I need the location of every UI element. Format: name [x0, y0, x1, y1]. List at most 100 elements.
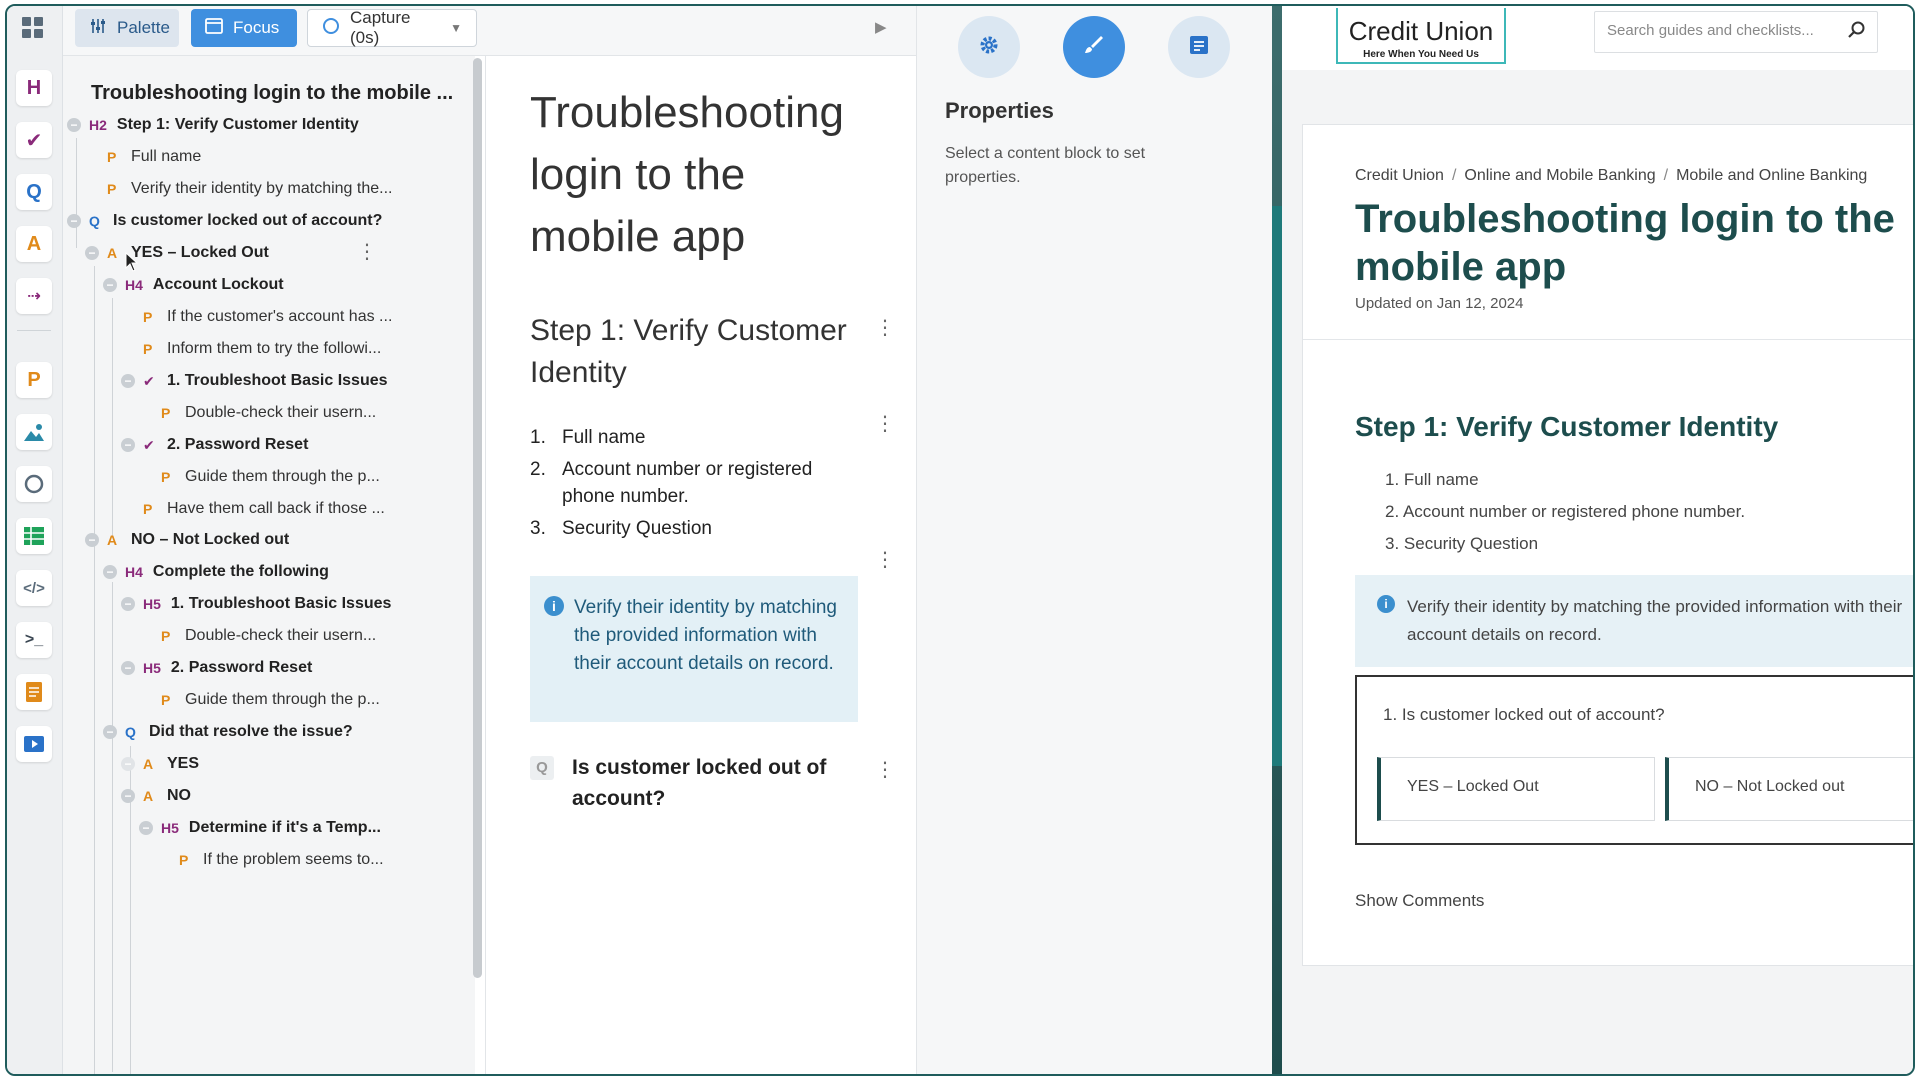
tree-item[interactable]: − H5 1. Troubleshoot Basic Issues	[121, 591, 391, 617]
collapse-arrow-icon[interactable]: ▶	[875, 18, 887, 36]
capture-dropdown[interactable]: Capture (0s) ▼	[307, 8, 477, 47]
outline-scrollbar[interactable]	[473, 58, 482, 978]
more-options-icon[interactable]: ⋮	[875, 318, 895, 338]
paragraph-icon[interactable]: P	[16, 362, 52, 398]
tree-item[interactable]: − ✔ 1. Troubleshoot Basic Issues	[121, 368, 388, 394]
tree-item[interactable]: P Verify their identity by matching the.…	[107, 176, 392, 202]
tree-item[interactable]: − ✔ 2. Password Reset	[121, 432, 308, 458]
video-icon[interactable]	[16, 726, 52, 762]
answer-icon[interactable]: A	[16, 226, 52, 262]
capture-label: Capture (0s)	[350, 8, 411, 47]
checklist-icon[interactable]: ✔	[16, 122, 52, 158]
more-options-icon[interactable]: ⋮	[875, 760, 895, 780]
collapse-icon[interactable]: −	[103, 278, 117, 292]
search-placeholder: Search guides and checklists...	[1607, 22, 1814, 39]
tree-item-label: Double-check their usern...	[185, 627, 377, 644]
breadcrumb-item[interactable]: Credit Union	[1355, 167, 1444, 184]
collapse-icon[interactable]: −	[85, 246, 99, 260]
tree-item[interactable]: P Inform them to try the followi...	[143, 336, 381, 362]
document-title[interactable]: Troubleshooting login to the mobile app	[530, 82, 870, 268]
code-icon[interactable]: </>	[16, 570, 52, 606]
a-badge: A	[143, 756, 154, 772]
grid-icon[interactable]	[19, 14, 47, 42]
p-badge: P	[161, 405, 171, 421]
gear-icon	[978, 34, 1000, 61]
collapse-icon[interactable]: −	[103, 565, 117, 579]
palette-button[interactable]: Palette	[75, 9, 179, 47]
more-options-icon[interactable]: ⋮	[357, 242, 377, 262]
tree-item-label: NO	[167, 787, 191, 804]
tree-item-label: Determine if it's a Temp...	[188, 819, 381, 836]
identity-list[interactable]: 1. Full name 2. Account number or register…	[530, 424, 870, 547]
tree-item[interactable]: P Double-check their usern...	[161, 400, 376, 426]
tree-item[interactable]: P Guide them through the p...	[161, 464, 380, 490]
image-icon[interactable]	[16, 414, 52, 450]
answer-yes-button[interactable]: YES – Locked Out	[1377, 757, 1655, 821]
collapse-icon[interactable]: −	[121, 661, 135, 675]
tree-item[interactable]: − Q Is customer locked out of account?	[67, 208, 382, 234]
info-icon: i	[544, 596, 564, 616]
tree-item[interactable]: − A NO – Not Locked out	[85, 527, 289, 553]
collapse-icon[interactable]: −	[121, 789, 135, 803]
settings-button[interactable]	[958, 16, 1020, 78]
collapse-icon[interactable]: −	[121, 597, 135, 611]
tree-item[interactable]: − Q Did that resolve the issue?	[103, 719, 353, 745]
style-button[interactable]	[1063, 16, 1125, 78]
collapse-icon[interactable]: −	[121, 438, 135, 452]
step-heading[interactable]: Step 1: Verify Customer Identity	[530, 310, 860, 394]
tree-item[interactable]: P Double-check their usern...	[161, 623, 376, 649]
panel-divider[interactable]	[1272, 6, 1282, 1074]
collapse-icon[interactable]: −	[67, 214, 81, 228]
brand-logo[interactable]: Credit Union Here When You Need Us	[1336, 8, 1506, 64]
tree-item[interactable]: − H5 Determine if it's a Temp...	[139, 815, 381, 841]
collapse-icon[interactable]: −	[121, 374, 135, 388]
shape-icon[interactable]	[16, 466, 52, 502]
p-badge: P	[161, 628, 171, 644]
question-icon[interactable]: Q	[16, 174, 52, 210]
info-callout[interactable]: i Verify their identity by matching the …	[530, 576, 858, 722]
link-icon[interactable]: ⇢	[16, 278, 52, 314]
note-icon[interactable]	[16, 674, 52, 710]
tree-item[interactable]: P Have them call back if those ...	[143, 496, 385, 522]
document-icon	[1188, 34, 1210, 61]
collapse-icon[interactable]: −	[67, 118, 81, 132]
collapse-icon[interactable]: −	[85, 533, 99, 547]
tree-item[interactable]: − A NO	[121, 783, 191, 809]
search-icon[interactable]	[1847, 20, 1867, 40]
h2-badge: H2	[89, 117, 107, 133]
outline-panel: Troubleshooting login to the mobile ... …	[63, 56, 475, 1074]
brand-name: Credit Union	[1348, 16, 1494, 46]
tree-item[interactable]: P If the customer's account has ...	[143, 304, 392, 330]
terminal-icon[interactable]: >_	[16, 622, 52, 658]
info-text: Verify their identity by matching the pr…	[574, 597, 837, 674]
show-comments-link[interactable]: Show Comments	[1355, 891, 1484, 911]
list-item: 2. Account number or registered phone num…	[530, 459, 813, 507]
collapse-icon[interactable]: −	[103, 725, 117, 739]
question-box: 1. Is customer locked out of account? YE…	[1355, 675, 1913, 845]
breadcrumb-item[interactable]: Mobile and Online Banking	[1676, 167, 1867, 184]
more-options-icon[interactable]: ⋮	[875, 550, 895, 570]
outline-title: Troubleshooting login to the mobile ...	[91, 82, 454, 104]
tree-item[interactable]: P Full name	[107, 144, 201, 170]
heading-icon[interactable]: H	[16, 70, 52, 106]
tree-item[interactable]: − H5 2. Password Reset	[121, 655, 312, 681]
tree-item[interactable]: − H2 Step 1: Verify Customer Identity	[67, 112, 359, 138]
tree-item[interactable]: − H4 Complete the following	[103, 559, 329, 585]
focus-button[interactable]: Focus	[191, 9, 297, 47]
tree-item[interactable]: − A YES	[121, 751, 199, 777]
breadcrumb-item[interactable]: Online and Mobile Banking	[1464, 167, 1655, 184]
tree-item-label: Full name	[131, 148, 202, 165]
tree-item[interactable]: P If the problem seems to...	[179, 847, 384, 873]
tree-item-label: Verify their identity by matching the...	[131, 180, 393, 197]
a-badge: A	[143, 788, 154, 804]
answer-no-button[interactable]: NO – Not Locked out	[1665, 757, 1913, 821]
search-input[interactable]: Search guides and checklists...	[1594, 11, 1878, 53]
collapse-icon[interactable]: −	[139, 821, 153, 835]
collapse-icon[interactable]: −	[121, 757, 135, 771]
content-button[interactable]	[1168, 16, 1230, 78]
tree-item[interactable]: P Guide them through the p...	[161, 687, 380, 713]
list-item: 3. Security Question	[530, 518, 712, 539]
table-icon[interactable]	[16, 518, 52, 554]
more-options-icon[interactable]: ⋮	[875, 414, 895, 434]
question-block[interactable]: Q Is customer locked out of account?	[530, 752, 870, 814]
